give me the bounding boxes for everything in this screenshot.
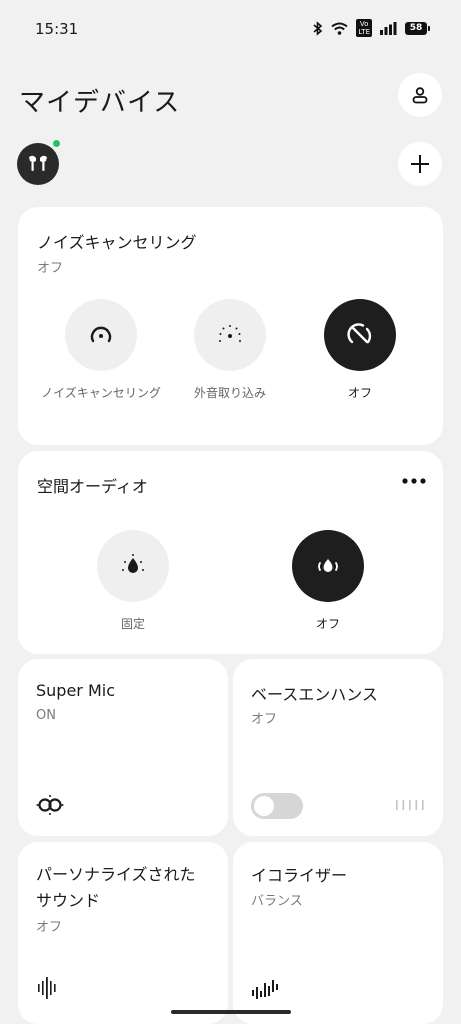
- bluetooth-icon: [313, 20, 323, 36]
- spatial-title: 空間オーディオ: [37, 477, 148, 496]
- anc-state: オフ: [37, 261, 64, 276]
- plus-icon: [411, 155, 429, 173]
- account-button[interactable]: [398, 73, 442, 117]
- earbuds-icon: [29, 155, 47, 171]
- person-icon: [412, 87, 428, 104]
- status-icons: Vo LTE 58: [313, 19, 430, 37]
- spatial-mode-off[interactable]: オフ: [258, 530, 398, 632]
- super-mic-state: ON: [36, 708, 56, 723]
- wifi-icon: [331, 22, 348, 35]
- toggle-knob: [254, 796, 274, 816]
- bass-enhance-card[interactable]: ベースエンハンス オフ: [233, 659, 443, 836]
- equalizer-card[interactable]: イコライザー バランス: [233, 842, 443, 1024]
- bass-level-icon: [396, 800, 424, 810]
- ambient-icon: [219, 325, 241, 342]
- online-indicator: [53, 140, 60, 147]
- bass-toggle[interactable]: [251, 793, 303, 819]
- more-options-button[interactable]: [399, 471, 429, 491]
- spatial-mode-fixed[interactable]: 固定: [63, 530, 203, 632]
- anc-off-icon: [347, 323, 372, 344]
- anc-mode-off[interactable]: オフ: [290, 299, 430, 401]
- mode-label: 外音取り込み: [193, 386, 266, 400]
- spatial-audio-card: 空間オーディオ 固定 オフ: [18, 451, 443, 654]
- mode-label: オフ: [315, 617, 340, 631]
- super-mic-card[interactable]: Super Mic ON: [18, 659, 228, 836]
- signal-icon: [380, 21, 397, 35]
- page-title: マイデバイス: [19, 88, 181, 118]
- spatial-off-button[interactable]: [292, 530, 364, 602]
- device-avatar[interactable]: [17, 140, 60, 185]
- noise-cancel-icon: [90, 326, 112, 343]
- anc-mode-noise-cancelling[interactable]: ノイズキャンセリング: [31, 299, 171, 401]
- anc-off-button[interactable]: [324, 299, 396, 371]
- equalizer-title: イコライザー: [251, 866, 348, 885]
- spatial-off-icon: [318, 559, 338, 572]
- noise-cancelling-card: ノイズキャンセリング オフ ノイズキャンセリング 外音取り込み オフ: [18, 207, 443, 445]
- volte-icon: Vo LTE: [356, 19, 372, 37]
- status-time: 15:31: [35, 20, 79, 38]
- anc-mode-ambient[interactable]: 外音取り込み: [160, 299, 300, 401]
- anc-title: ノイズキャンセリング: [37, 233, 197, 252]
- bass-state: オフ: [251, 712, 278, 727]
- spatial-fixed-icon: [122, 554, 144, 573]
- noise-cancel-button[interactable]: [65, 299, 137, 371]
- equalizer-icon: [252, 980, 278, 999]
- personalized-state: オフ: [36, 920, 63, 935]
- add-device-button[interactable]: [398, 142, 442, 186]
- more-icon: [402, 478, 426, 484]
- status-bar: 15:31 Vo LTE 58: [0, 0, 461, 58]
- mode-label: オフ: [347, 386, 372, 400]
- spatial-fixed-button[interactable]: [97, 530, 169, 602]
- mode-label: ノイズキャンセリング: [41, 386, 161, 400]
- personalized-title: パーソナライズされた サウンド: [36, 865, 196, 910]
- mode-label: 固定: [120, 617, 145, 631]
- super-mic-icon: [36, 795, 64, 815]
- personalized-sound-card[interactable]: パーソナライズされた サウンド オフ: [18, 842, 228, 1024]
- ambient-button[interactable]: [194, 299, 266, 371]
- waveform-icon: [38, 977, 56, 999]
- home-indicator[interactable]: [171, 1010, 291, 1014]
- equalizer-state: バランス: [251, 894, 303, 909]
- bass-title: ベースエンハンス: [251, 685, 378, 704]
- battery-icon: 58: [405, 21, 430, 35]
- battery-level: 58: [409, 22, 423, 33]
- super-mic-title: Super Mic: [36, 681, 116, 700]
